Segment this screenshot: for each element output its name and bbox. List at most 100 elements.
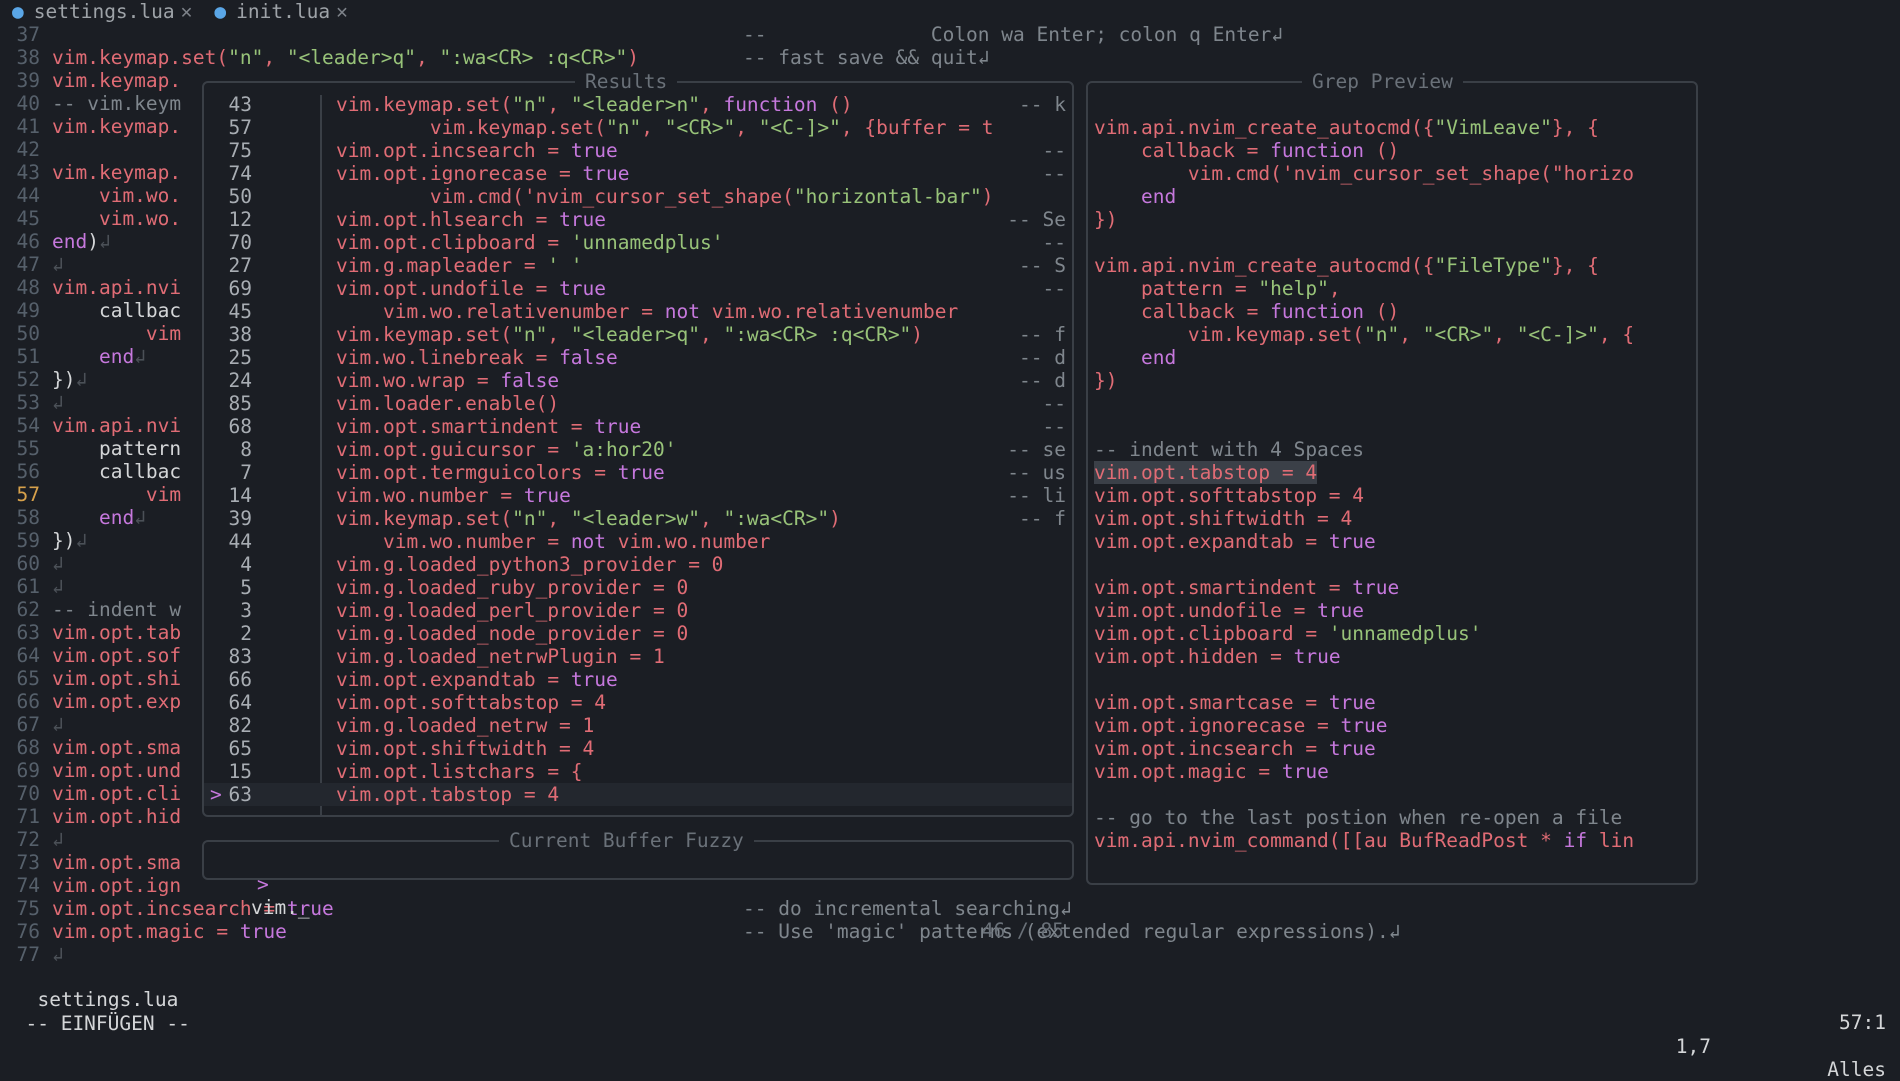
preview-line: vim.api.nvim_command([[au BufReadPost * … xyxy=(1094,829,1635,852)
result-row[interactable]: 5 vim.g.loaded_ruby_provider = 0 xyxy=(204,576,1072,599)
result-row[interactable]: 45 vim.wo.relativenumber = not vim.wo.re… xyxy=(204,300,1072,323)
line-number: 74 xyxy=(16,874,40,897)
editor-line: 66 vim.opt.exp xyxy=(0,690,182,713)
code-comment: -- fast save && quit↲ xyxy=(743,46,990,69)
close-icon[interactable]: ✕ xyxy=(336,0,348,23)
modeline: -- EINFÜGEN -- 1,7 Alles xyxy=(2,989,1886,1081)
result-row[interactable]: 85 vim.loader.enable() -- xyxy=(204,392,1072,415)
preview-line: vim.opt.magic = true xyxy=(1094,760,1329,783)
line-number: 43 xyxy=(16,161,40,184)
result-row[interactable]: 64 vim.opt.softtabstop = 4 xyxy=(204,691,1072,714)
line-number: 39 xyxy=(16,69,40,92)
result-row[interactable]: 8 vim.opt.guicursor = 'a:hor20' -- se xyxy=(204,438,1072,461)
preview-line: end xyxy=(1140,346,1177,369)
preview-line xyxy=(1094,415,1690,438)
editor-line: 49 callbac xyxy=(0,299,182,322)
line-number: 63 xyxy=(16,621,40,644)
result-row[interactable]: 38 vim.keymap.set("n", "<leader>q", ":wa<… xyxy=(204,323,1072,346)
result-row[interactable]: 75 vim.opt.incsearch = true -- xyxy=(204,139,1072,162)
result-row[interactable]: 7 vim.opt.termguicolors = true -- us xyxy=(204,461,1072,484)
preview-title: Grep Preview xyxy=(1302,70,1463,93)
result-row[interactable]: 82 vim.g.loaded_netrw = 1 xyxy=(204,714,1072,737)
result-comment: -- f xyxy=(1019,507,1066,530)
result-row[interactable]: 3 vim.g.loaded_perl_provider = 0 xyxy=(204,599,1072,622)
result-row[interactable]: 25 vim.wo.linebreak = false -- d xyxy=(204,346,1072,369)
result-line-number: 5 xyxy=(240,576,252,599)
result-text: vim.wo.number = not vim.wo.number xyxy=(336,530,771,553)
result-comment: -- li xyxy=(1007,484,1066,507)
result-row[interactable]: 2 vim.g.loaded_node_provider = 0 xyxy=(204,622,1072,645)
result-row[interactable]: 27 vim.g.mapleader = ' ' -- S xyxy=(204,254,1072,277)
prompt-input[interactable]: vim._ xyxy=(251,896,310,919)
result-row[interactable]: 4 vim.g.loaded_python3_provider = 0 xyxy=(204,553,1072,576)
result-row[interactable]: 66 vim.opt.expandtab = true xyxy=(204,668,1072,691)
line-number: 75 xyxy=(16,897,40,920)
result-line-number: 45 xyxy=(228,300,252,323)
result-text: vim.g.loaded_netrwPlugin = 1 xyxy=(336,645,665,668)
tab-2[interactable]: ● init.lua ✕ xyxy=(210,0,351,23)
preview-line: vim.opt.shiftwidth = 4 xyxy=(1094,507,1353,530)
line-number: 49 xyxy=(16,299,40,322)
result-text: vim.opt.softtabstop = 4 xyxy=(336,691,607,714)
result-line-number: 75 xyxy=(228,139,252,162)
result-row[interactable]: >63 vim.opt.tabstop = 4 xyxy=(204,783,1072,806)
preview-line xyxy=(1094,231,1690,254)
result-row[interactable]: 69 vim.opt.undofile = true -- xyxy=(204,277,1072,300)
result-line-number: 57 xyxy=(228,116,252,139)
line-number: 56 xyxy=(16,460,40,483)
preview-line: vim.opt.smartcase = true xyxy=(1094,691,1376,714)
preview-line: vim.api.nvim_create_autocmd({"FileType"}… xyxy=(1094,254,1599,277)
result-row[interactable]: 39 vim.keymap.set("n", "<leader>w", ":wa<… xyxy=(204,507,1072,530)
code-comment: -- Use 'magic' patterns (extended regula… xyxy=(743,920,1401,943)
result-row[interactable]: 83 vim.g.loaded_netrwPlugin = 1 xyxy=(204,645,1072,668)
result-row[interactable]: 43 vim.keymap.set("n", "<leader>n", funct… xyxy=(204,93,1072,116)
result-text: vim.loader.enable() xyxy=(336,392,560,415)
match-count: 46 / 85 xyxy=(981,919,1064,942)
result-line-number: 74 xyxy=(228,162,252,185)
editor-line: 77 ↲ xyxy=(0,943,64,966)
result-row[interactable]: 24 vim.wo.wrap = false -- d xyxy=(204,369,1072,392)
prompt-window: Current Buffer Fuzzy > vim._ 46 / 85 xyxy=(202,829,1074,942)
result-line-number: 14 xyxy=(228,484,252,507)
preview-line xyxy=(1094,668,1690,691)
result-line-number: 82 xyxy=(228,714,252,737)
result-line-number: 69 xyxy=(228,277,252,300)
preview-line: vim.opt.incsearch = true xyxy=(1094,737,1376,760)
result-row[interactable]: 74 vim.opt.ignorecase = true -- xyxy=(204,162,1072,185)
result-line-number: 66 xyxy=(228,668,252,691)
tab-1[interactable]: ● settings.lua ✕ xyxy=(8,0,196,23)
editor-line: 60 ↲ xyxy=(0,552,64,575)
result-row[interactable]: 12 vim.opt.hlsearch = true -- Se xyxy=(204,208,1072,231)
result-row[interactable]: 50 vim.cmd('nvim_cursor_set_shape("horiz… xyxy=(204,185,1072,208)
editor-line: 54 vim.api.nvi xyxy=(0,414,182,437)
result-row[interactable]: 14 vim.wo.number = true -- li xyxy=(204,484,1072,507)
result-row[interactable]: 70 vim.opt.clipboard = 'unnamedplus' -- xyxy=(204,231,1072,254)
result-comment: -- xyxy=(1042,162,1066,185)
result-line-number: 27 xyxy=(228,254,252,277)
line-number: 38 xyxy=(16,46,40,69)
preview-line: pattern = "help", xyxy=(1094,277,1341,300)
result-row[interactable]: 68 vim.opt.smartindent = true -- xyxy=(204,415,1072,438)
preview-line xyxy=(1094,392,1690,415)
editor-line: 72 ↲ xyxy=(0,828,64,851)
editor-line: 55 pattern xyxy=(0,437,182,460)
result-line-number: 25 xyxy=(228,346,252,369)
editor-line: 73 vim.opt.sma xyxy=(0,851,182,874)
prompt-title: Current Buffer Fuzzy xyxy=(499,829,754,852)
result-row[interactable]: 44 vim.wo.number = not vim.wo.number xyxy=(204,530,1072,553)
line-number: 64 xyxy=(16,644,40,667)
lua-file-icon: ● xyxy=(214,0,227,23)
preview-line: vim.opt.smartindent = true xyxy=(1094,576,1400,599)
editor-line: 64 vim.opt.sof xyxy=(0,644,182,667)
result-text: vim.keymap.set("n", "<CR>", "<C-]>", {bu… xyxy=(336,116,994,139)
result-text: vim.keymap.set("n", "<leader>q", ":wa<CR… xyxy=(336,323,924,346)
result-row[interactable]: 57 vim.keymap.set("n", "<CR>", "<C-]>", … xyxy=(204,116,1072,139)
result-row[interactable]: 15 vim.opt.listchars = { xyxy=(204,760,1072,783)
close-icon[interactable]: ✕ xyxy=(181,0,193,23)
result-text: vim.opt.tabstop = 4 xyxy=(336,783,560,806)
result-text: vim.g.loaded_python3_provider = 0 xyxy=(336,553,724,576)
result-row[interactable]: 65 vim.opt.shiftwidth = 4 xyxy=(204,737,1072,760)
result-line-number: 83 xyxy=(228,645,252,668)
lua-file-icon: ● xyxy=(12,0,24,23)
results-list[interactable]: 43 vim.keymap.set("n", "<leader>n", funct… xyxy=(204,93,1072,813)
